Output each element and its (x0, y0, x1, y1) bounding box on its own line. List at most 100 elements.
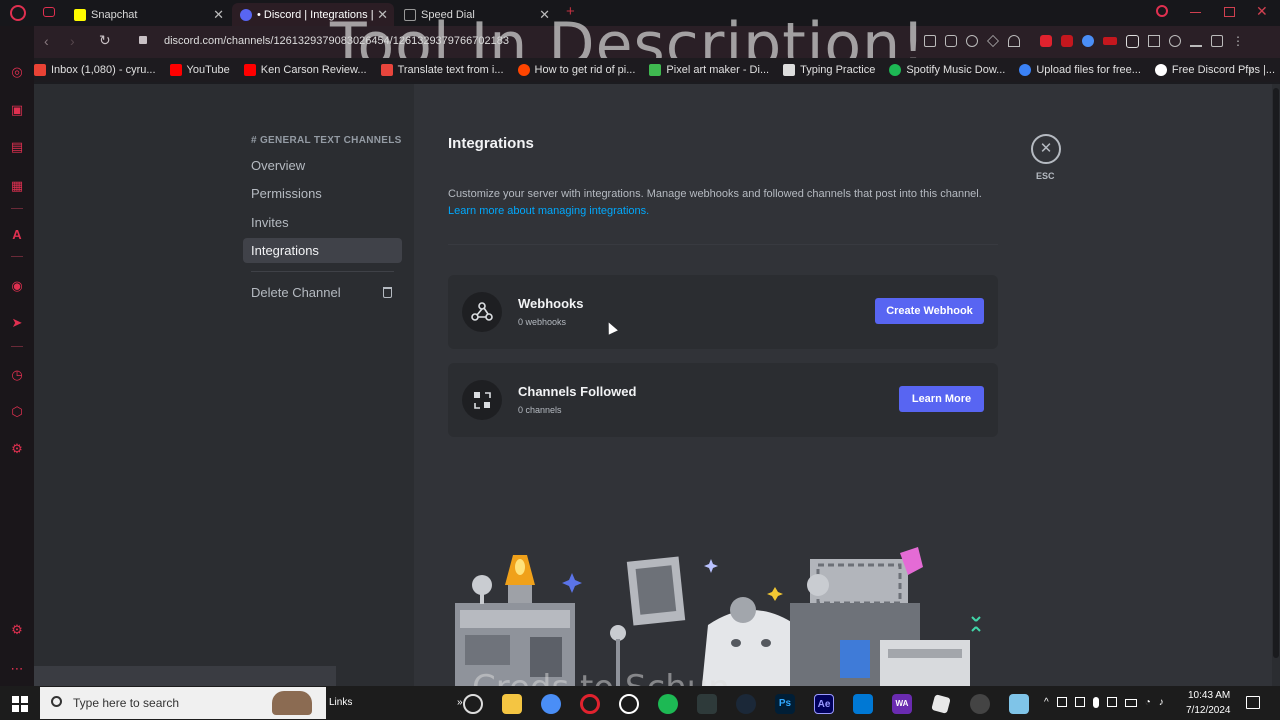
webhooks-title: Webhooks (518, 296, 584, 311)
webhooks-card[interactable]: Webhooks 0 webhooks Create Webhook (448, 275, 998, 349)
player-icon[interactable]: ◉ (9, 278, 25, 294)
sidebar-divider (251, 271, 394, 272)
snapchat-icon (74, 8, 86, 21)
channels-count: 0 channels (518, 405, 562, 415)
bookmark-label: How to get rid of pi... (534, 64, 636, 76)
search-placeholder: Type here to search (73, 696, 180, 710)
upload-icon (1019, 64, 1032, 76)
spotify-taskbar-icon[interactable] (658, 694, 678, 714)
notification-icon[interactable] (1246, 696, 1260, 709)
page-description: Customize your server with integrations.… (448, 188, 982, 200)
file-explorer-icon[interactable] (502, 694, 522, 714)
sidebar-item-integrations[interactable]: Integrations (243, 238, 402, 263)
sidebar-divider (11, 208, 23, 209)
bookmark-label: Translate text from i... (397, 64, 504, 76)
maximize-icon[interactable] (1224, 7, 1235, 17)
reload-icon[interactable]: ↻ (99, 32, 111, 49)
tab-snapchat[interactable]: Snapchat ✕ (66, 3, 230, 26)
otter-search-highlight-icon (272, 691, 312, 715)
close-settings-button[interactable]: ✕ (1031, 134, 1061, 164)
bookmark-label: Upload files for free... (1036, 64, 1141, 76)
pixel-art-icon (649, 64, 662, 76)
bookmark-item[interactable]: Translate text from i... (380, 64, 504, 76)
clock-time[interactable]: 10:43 AM (1188, 690, 1230, 701)
bookmark-item[interactable]: Ken Carson Review... (243, 64, 367, 76)
learn-more-link[interactable]: Learn more about managing integrations. (448, 205, 649, 217)
cube-app-icon[interactable] (1009, 694, 1029, 714)
task-view-icon[interactable] (463, 694, 483, 714)
sidebar-item-invites[interactable]: Invites (243, 210, 402, 235)
c-logo-icon (1154, 64, 1167, 76)
reddit-icon (517, 64, 530, 76)
speed-dial-icon[interactable]: ◎ (9, 64, 25, 80)
bookmark-label: Ken Carson Review... (260, 64, 367, 76)
after-effects-icon[interactable]: Ae (814, 694, 834, 714)
system-tray-icons[interactable]: ^ ◔ ♪ (1044, 697, 1164, 708)
links-toolbar-label[interactable]: Links (329, 697, 352, 708)
channels-followed-title: Channels Followed (518, 384, 637, 399)
webhooks-count: 0 webhooks (518, 317, 567, 327)
integrations-illustration (455, 547, 981, 686)
delete-channel-button[interactable]: Delete Channel (243, 280, 402, 305)
bookmark-item[interactable]: Free Discord Pfps |... (1154, 64, 1275, 76)
bookmark-item[interactable]: Inbox (1,080) - cyru... (34, 64, 156, 76)
calendar-icon[interactable]: ▦ (9, 178, 25, 194)
opera-taskbar-icon[interactable] (580, 694, 600, 714)
create-webhook-button[interactable]: Create Webhook (875, 298, 984, 324)
settings-icon[interactable]: ⚙ (9, 441, 25, 457)
chrome-icon[interactable] (541, 694, 561, 714)
scrollbar-thumb[interactable] (1273, 88, 1279, 658)
minimize-icon[interactable] (1190, 12, 1201, 13)
close-window-icon[interactable]: ✕ (1256, 3, 1268, 20)
content-divider (448, 244, 998, 245)
workspaces-icon[interactable] (43, 7, 55, 17)
links-toolbar-chevron-icon[interactable]: » (457, 697, 463, 708)
bookmark-label: YouTube (186, 64, 230, 76)
followed-channels-icon (462, 380, 502, 420)
more-icon[interactable]: ⋯ (9, 661, 25, 677)
channels-followed-card[interactable]: Channels Followed 0 channels Learn More (448, 363, 998, 437)
aria-icon[interactable]: A (9, 227, 25, 243)
close-tab-icon[interactable]: ✕ (213, 7, 224, 23)
windows-start-icon[interactable] (12, 696, 28, 712)
clock-date[interactable]: 7/12/2024 (1186, 705, 1231, 716)
wa-app-icon[interactable]: WA (892, 694, 912, 714)
bookmark-item[interactable]: Pixel art maker - Di... (649, 64, 769, 76)
bookmark-item[interactable]: Spotify Music Dow... (889, 64, 1005, 76)
bookmark-item[interactable]: How to get rid of pi... (517, 64, 636, 76)
opera-logo-icon[interactable] (10, 5, 26, 21)
sidebar-settings-icon[interactable]: ⚙ (9, 622, 25, 638)
sidebar-item-permissions[interactable]: Permissions (243, 181, 402, 206)
opera-sidebar: ◎ ▣ ▤ ▦ A ◉ ➤ ◷ ⬡ ⚙ ⚙ ⋯ (0, 26, 34, 686)
vscode-icon[interactable] (853, 694, 873, 714)
microphone-app-icon[interactable] (970, 694, 990, 714)
steam-icon[interactable] (736, 694, 756, 714)
toolbar-extension-icons[interactable]: ⋮ (924, 35, 1244, 48)
youtube-icon (169, 64, 182, 76)
cube-icon[interactable]: ⬡ (9, 404, 25, 420)
search-tabs-icon[interactable] (1156, 5, 1168, 17)
bookmark-label: Typing Practice (800, 64, 876, 76)
briefcase-icon[interactable]: ▣ (9, 102, 25, 118)
sidebar-item-overview[interactable]: Overview (243, 153, 402, 178)
history-icon[interactable]: ◷ (9, 367, 25, 383)
forward-icon[interactable]: › (70, 33, 75, 49)
photoshop-icon[interactable]: Ps (775, 694, 795, 714)
bookmark-item[interactable]: YouTube (169, 64, 230, 76)
capture-icon[interactable] (619, 694, 639, 714)
document-icon (783, 64, 796, 76)
twitch-icon[interactable]: ▤ (9, 139, 25, 155)
audio-wave-icon[interactable] (697, 694, 717, 714)
send-icon[interactable]: ➤ (9, 315, 25, 331)
trash-icon (383, 287, 392, 298)
page-title: Integrations (448, 135, 534, 152)
more-bookmarks-icon[interactable]: » (1248, 63, 1255, 77)
bookmark-item[interactable]: Typing Practice (783, 64, 875, 76)
sidebar-scroll-track (34, 666, 336, 686)
taskbar-search-input[interactable]: Type here to search (40, 687, 326, 719)
bookmark-item[interactable]: Upload files for free... (1019, 64, 1141, 76)
sidebar-divider (11, 346, 23, 347)
bookmark-label: Inbox (1,080) - cyru... (51, 64, 156, 76)
back-icon[interactable]: ‹ (44, 33, 49, 49)
learn-more-button[interactable]: Learn More (899, 386, 984, 412)
